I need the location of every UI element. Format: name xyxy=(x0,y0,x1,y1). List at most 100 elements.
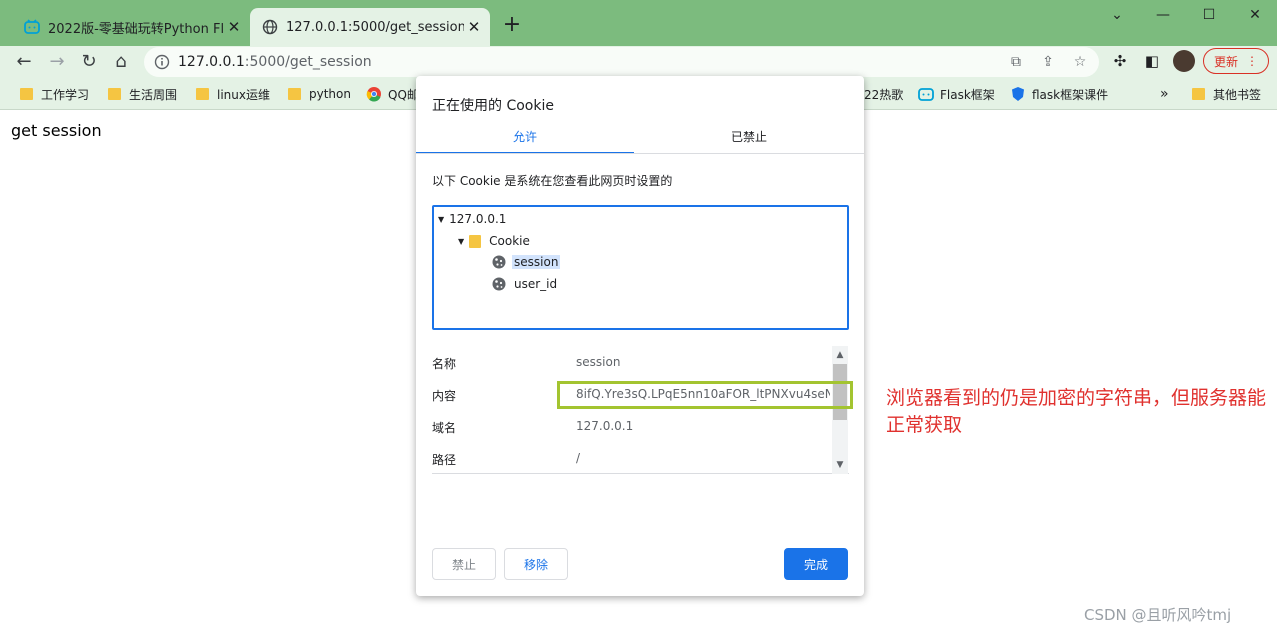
bookmark-label: 22热歌 xyxy=(864,87,904,102)
page-body-text: get session xyxy=(11,121,102,140)
url-text: 127.0.0.1:5000/get_session xyxy=(178,54,372,70)
tree-node-cookie-folder[interactable]: ▼ Cookie xyxy=(458,234,530,248)
folder-icon xyxy=(196,88,209,100)
address-bar[interactable]: 127.0.0.1:5000/get_session ⧉ ⇪ ☆ xyxy=(144,47,1099,77)
back-button[interactable]: ← xyxy=(10,48,38,76)
block-button[interactable]: 禁止 xyxy=(432,548,496,580)
update-button[interactable]: 更新 ⋮ xyxy=(1203,48,1269,74)
tab-get-session[interactable]: 127.0.0.1:5000/get_session ✕ xyxy=(250,8,490,46)
detail-key: 内容 xyxy=(432,389,457,403)
tree-node-label: session xyxy=(512,255,561,269)
tab-close-icon[interactable]: ✕ xyxy=(224,18,244,36)
chrome-icon xyxy=(366,87,381,102)
tab-blocked[interactable]: 已禁止 xyxy=(634,128,864,154)
detail-key: 路径 xyxy=(432,453,457,467)
browser-toolbar: ← → ↻ ⌂ 127.0.0.1:5000/get_session ⧉ ⇪ ☆… xyxy=(0,46,1277,78)
details-scrollbar[interactable]: ▲ ▼ xyxy=(832,346,848,474)
highlight-box xyxy=(557,381,853,409)
translate-icon[interactable]: ⧉ xyxy=(1006,52,1026,72)
tree-node-label: user_id xyxy=(514,277,558,291)
side-panel-icon[interactable]: ◧ xyxy=(1141,50,1163,72)
cookie-icon xyxy=(492,277,506,291)
tree-node-user-id[interactable]: user_id xyxy=(492,277,559,291)
tab-close-icon[interactable]: ✕ xyxy=(464,18,484,36)
globe-icon xyxy=(262,19,278,35)
bilibili-icon xyxy=(918,88,934,101)
home-button[interactable]: ⌂ xyxy=(107,48,135,76)
watermark: CSDN @且听风吟tmj xyxy=(1084,606,1232,624)
scroll-down-icon[interactable]: ▼ xyxy=(832,458,848,472)
detail-row-domain: 域名 127.0.0.1 xyxy=(432,417,832,437)
bookmark-star-icon[interactable]: ☆ xyxy=(1070,52,1090,72)
detail-value: 127.0.0.1 xyxy=(576,419,634,433)
bookmark-folder-work[interactable]: 工作学习 xyxy=(20,85,89,103)
bookmark-flask-courseware[interactable]: flask框架课件 xyxy=(1010,85,1108,103)
scroll-up-icon[interactable]: ▲ xyxy=(832,348,848,362)
tree-node-session[interactable]: session xyxy=(492,255,561,269)
share-icon[interactable]: ⇪ xyxy=(1038,52,1058,72)
bookmark-label: linux运维 xyxy=(217,87,270,102)
tree-node-label: 127.0.0.1 xyxy=(449,212,507,226)
tree-node-domain[interactable]: ▼ 127.0.0.1 xyxy=(438,212,506,226)
url-host: 127.0.0.1 xyxy=(178,54,245,70)
detail-value: session xyxy=(576,355,621,369)
tab-divider xyxy=(416,153,864,154)
url-path: :5000/get_session xyxy=(244,54,372,70)
tree-node-label: Cookie xyxy=(489,234,530,248)
folder-icon xyxy=(108,88,121,100)
detail-key: 名称 xyxy=(432,357,457,371)
screenshot-root: 2022版-零基础玩转Python Flask ✕ 127.0.0.1:5000… xyxy=(0,0,1277,634)
bookmark-folder-linux[interactable]: linux运维 xyxy=(196,85,270,103)
done-button[interactable]: 完成 xyxy=(784,548,848,580)
expand-triangle-icon[interactable]: ▼ xyxy=(458,237,464,246)
tab-title: 2022版-零基础玩转Python Flask xyxy=(48,21,224,37)
cookie-details-panel[interactable]: 名称 session 内容 8ifQ.Yre3sQ.LPqE5nn10aFOR_… xyxy=(432,346,849,474)
folder-icon xyxy=(20,88,33,100)
bookmark-label: flask框架课件 xyxy=(1032,87,1109,102)
bookmark-folder-life[interactable]: 生活周围 xyxy=(108,85,177,103)
folder-icon xyxy=(469,234,482,248)
tab-title: 127.0.0.1:5000/get_session xyxy=(286,19,464,35)
forward-button[interactable]: → xyxy=(43,48,71,76)
window-close-button[interactable]: ✕ xyxy=(1243,4,1267,26)
extensions-icon[interactable]: ✣ xyxy=(1109,50,1131,72)
bookmark-label: 工作学习 xyxy=(41,87,90,102)
bookmarks-overflow-button[interactable]: » xyxy=(1160,85,1169,103)
bookmark-qq-mail[interactable]: QQ邮 xyxy=(366,85,419,103)
cookie-icon xyxy=(492,255,506,269)
cookie-tree[interactable]: ▼ 127.0.0.1 ▼ Cookie session user_id xyxy=(432,205,849,330)
dialog-description: 以下 Cookie 是系统在您查看此网页时设置的 xyxy=(432,174,673,188)
tab-strip: 2022版-零基础玩转Python Flask ✕ 127.0.0.1:5000… xyxy=(0,0,1277,46)
bookmark-label: Flask框架 xyxy=(940,87,995,102)
detail-value: / xyxy=(576,451,581,465)
tab-bilibili-course[interactable]: 2022版-零基础玩转Python Flask ✕ xyxy=(12,8,250,46)
bookmark-label: python xyxy=(309,87,351,101)
cookies-in-use-dialog: 正在使用的 Cookie 允许 已禁止 以下 Cookie 是系统在您查看此网页… xyxy=(416,76,864,596)
new-tab-button[interactable]: + xyxy=(500,12,524,40)
bookmark-hot-songs[interactable]: 22热歌 xyxy=(864,85,903,103)
site-info-icon[interactable] xyxy=(154,54,170,70)
detail-key: 域名 xyxy=(432,421,457,435)
expand-triangle-icon[interactable]: ▼ xyxy=(438,215,444,224)
bookmark-folder-python[interactable]: python xyxy=(288,85,351,103)
maximize-button[interactable]: ☐ xyxy=(1197,4,1221,26)
minimize-button[interactable]: — xyxy=(1151,4,1175,26)
shield-icon xyxy=(1012,87,1024,101)
tab-allowed[interactable]: 允许 xyxy=(416,128,634,154)
folder-icon xyxy=(288,88,301,100)
reload-button[interactable]: ↻ xyxy=(75,48,103,76)
detail-row-name: 名称 session xyxy=(432,353,832,373)
bookmark-label: QQ邮 xyxy=(388,87,419,102)
tab-search-icon[interactable]: ⌄ xyxy=(1105,4,1129,26)
folder-icon xyxy=(1192,88,1205,100)
bookmark-label: 生活周围 xyxy=(129,87,178,102)
detail-row-path: 路径 / xyxy=(432,449,832,469)
annotation-text: 浏览器看到的仍是加密的字符串，但服务器能正常获取 xyxy=(886,387,1267,436)
bookmark-flask[interactable]: Flask框架 xyxy=(918,85,995,103)
bilibili-icon xyxy=(24,19,40,34)
update-label: 更新 xyxy=(1213,54,1238,69)
bookmark-folder-other[interactable]: 其他书签 xyxy=(1192,85,1261,103)
profile-avatar[interactable] xyxy=(1173,50,1195,72)
remove-button[interactable]: 移除 xyxy=(504,548,568,580)
dialog-title: 正在使用的 Cookie xyxy=(432,98,554,114)
